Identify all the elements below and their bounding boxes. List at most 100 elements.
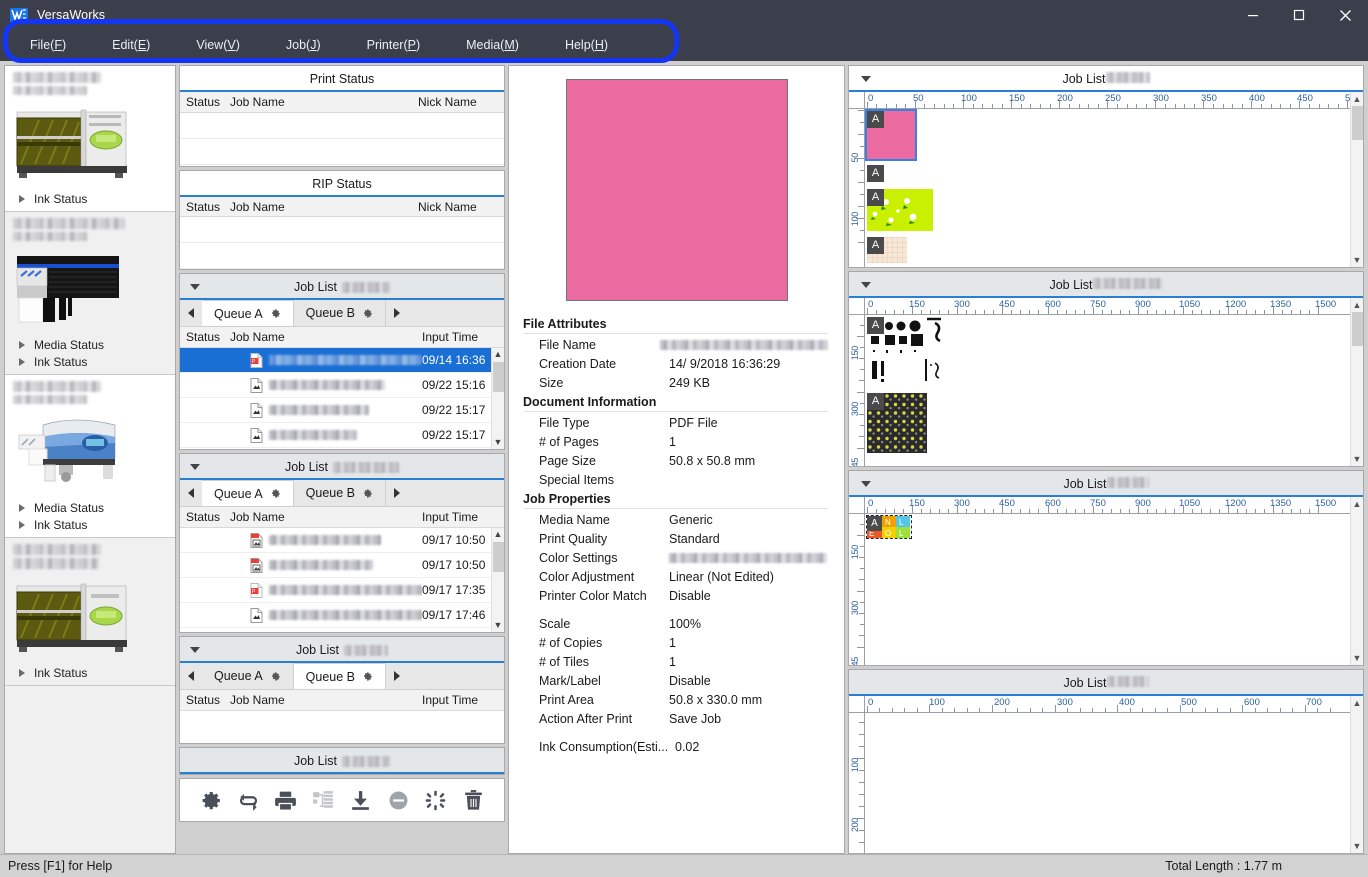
menu-media[interactable]: Media(M) <box>454 30 531 61</box>
tab-queue-a[interactable]: Queue A <box>202 663 294 689</box>
scrollbar-thumb[interactable] <box>493 362 504 392</box>
layout-3-canvas[interactable]: A NLEOL <box>865 514 1350 665</box>
gear-icon[interactable] <box>362 671 373 682</box>
layout-1-scrollbar[interactable]: ▲ ▼ <box>1350 92 1363 267</box>
job-list-3-rows[interactable] <box>180 711 504 743</box>
scroll-up-icon[interactable]: ▲ <box>494 528 503 541</box>
layout-job-1[interactable]: A NLEOL <box>867 516 911 538</box>
gear-icon[interactable] <box>362 488 373 499</box>
collapse-triangle-icon[interactable] <box>190 464 200 470</box>
job-list-3-title[interactable]: Job List <box>180 637 504 663</box>
layout-job-2[interactable]: A <box>867 165 884 182</box>
scrollbar-thumb[interactable] <box>1352 312 1363 346</box>
printer-card-4[interactable]: Ink Status <box>5 538 175 686</box>
printer-3-ink-status[interactable]: Ink Status <box>13 516 167 533</box>
job-list-4-title[interactable]: Job List <box>180 748 504 774</box>
layout-1-title[interactable]: Job List <box>849 66 1363 92</box>
scroll-up-icon[interactable]: ▲ <box>494 348 503 361</box>
collapse-triangle-icon[interactable] <box>861 76 871 82</box>
gear-icon[interactable] <box>270 308 281 319</box>
save-job-button[interactable] <box>348 788 373 813</box>
minimize-button[interactable] <box>1230 0 1276 30</box>
close-button[interactable] <box>1322 0 1368 30</box>
scroll-down-icon[interactable]: ▼ <box>494 436 503 449</box>
tabs-scroll-right[interactable] <box>386 663 408 689</box>
tabs-scroll-left[interactable] <box>180 300 202 326</box>
scroll-down-icon[interactable]: ▼ <box>1353 452 1362 466</box>
print-button[interactable] <box>273 788 298 813</box>
printer-2-media-status[interactable]: Media Status <box>13 336 167 353</box>
gear-icon[interactable] <box>270 488 281 499</box>
print-status-rows[interactable] <box>180 113 504 165</box>
tabs-scroll-right[interactable] <box>386 480 408 506</box>
menu-view[interactable]: View(V) <box>184 30 252 61</box>
abort-button[interactable] <box>386 788 411 813</box>
layout-job-1[interactable]: A <box>867 317 957 383</box>
scrollbar-thumb[interactable] <box>493 542 504 572</box>
scrollbar-thumb[interactable] <box>1352 106 1363 140</box>
scroll-up-icon[interactable]: ▲ <box>1353 497 1362 511</box>
tab-queue-b[interactable]: Queue B <box>294 663 386 689</box>
collapse-triangle-icon[interactable] <box>861 481 871 487</box>
table-row[interactable]: 09/22 15:16 <box>180 373 504 398</box>
gear-icon[interactable] <box>362 308 373 319</box>
table-row[interactable]: P 09/14 16:36 <box>180 348 504 373</box>
scroll-down-icon[interactable]: ▼ <box>1353 253 1362 267</box>
table-row[interactable]: 09/22 15:17 <box>180 398 504 423</box>
menu-file[interactable]: File(F) <box>18 30 78 61</box>
table-row[interactable]: 09/22 15:17 <box>180 423 504 448</box>
rip-status-rows[interactable] <box>180 217 504 269</box>
printer-card-1[interactable]: Ink Status <box>5 66 175 212</box>
layout-2-canvas[interactable]: A <box>865 315 1350 466</box>
printer-4-ink-status[interactable]: Ink Status <box>13 664 167 681</box>
layout-2-scrollbar[interactable]: ▲ ▼ <box>1350 298 1363 466</box>
printer-3-media-status[interactable]: Media Status <box>13 499 167 516</box>
scroll-down-icon[interactable]: ▼ <box>1353 839 1362 853</box>
tab-queue-a[interactable]: Queue A <box>202 480 294 506</box>
table-row[interactable]: 09/17 10:50 <box>180 528 504 553</box>
job-list-1-rows[interactable]: P 09/14 16:36 09/22 15:16 <box>180 348 504 449</box>
scroll-up-icon[interactable]: ▲ <box>1353 696 1362 710</box>
table-row[interactable]: 09/17 17:46 <box>180 603 504 628</box>
layout-job-2[interactable]: A <box>867 393 927 453</box>
job-list-1-scrollbar[interactable]: ▲ ▼ <box>491 348 504 449</box>
tab-queue-b[interactable]: Queue B <box>294 480 386 506</box>
job-list-1-title[interactable]: Job List <box>180 274 504 300</box>
tabs-scroll-left[interactable] <box>180 480 202 506</box>
tab-queue-b[interactable]: Queue B <box>294 300 386 326</box>
scroll-up-icon[interactable]: ▲ <box>1353 92 1362 106</box>
layout-3-scrollbar[interactable]: ▲ ▼ <box>1350 497 1363 665</box>
job-list-2-rows[interactable]: 09/17 10:50 09/17 10:50 P <box>180 528 504 632</box>
printer-card-2[interactable]: Media Status Ink Status <box>5 212 175 375</box>
layout-2-title[interactable]: Job List <box>849 272 1363 298</box>
gear-icon[interactable] <box>270 671 281 682</box>
menu-job[interactable]: Job(J) <box>274 30 333 61</box>
menu-edit[interactable]: Edit(E) <box>100 30 162 61</box>
layout-4-canvas[interactable] <box>865 713 1350 853</box>
rip-button[interactable] <box>236 788 261 813</box>
layout-job-4[interactable]: A <box>867 237 907 263</box>
printer-2-ink-status[interactable]: Ink Status <box>13 353 167 370</box>
collapse-triangle-icon[interactable] <box>190 284 200 290</box>
layout-job-1[interactable]: A <box>867 111 915 159</box>
settings-button[interactable] <box>198 788 223 813</box>
printer-1-ink-status[interactable]: Ink Status <box>13 190 167 207</box>
delete-button[interactable] <box>461 788 486 813</box>
scroll-up-icon[interactable]: ▲ <box>1353 298 1362 312</box>
menu-printer[interactable]: Printer(P) <box>355 30 433 61</box>
processing-button[interactable] <box>423 788 448 813</box>
collapse-triangle-icon[interactable] <box>861 282 871 288</box>
layout-1-canvas[interactable]: A A A <box>865 109 1350 267</box>
menu-help[interactable]: Help(H) <box>553 30 620 61</box>
job-list-2-scrollbar[interactable]: ▲ ▼ <box>491 528 504 632</box>
layout-job-3[interactable]: A <box>867 189 933 231</box>
tabs-scroll-right[interactable] <box>386 300 408 326</box>
scroll-down-icon[interactable]: ▼ <box>1353 651 1362 665</box>
printer-card-3[interactable]: Media Status Ink Status <box>5 375 175 538</box>
job-list-2-title[interactable]: Job List <box>180 454 504 480</box>
collapse-triangle-icon[interactable] <box>190 647 200 653</box>
scroll-down-icon[interactable]: ▼ <box>494 619 503 632</box>
tabs-scroll-left[interactable] <box>180 663 202 689</box>
maximize-button[interactable] <box>1276 0 1322 30</box>
table-row[interactable]: 09/17 10:50 <box>180 553 504 578</box>
